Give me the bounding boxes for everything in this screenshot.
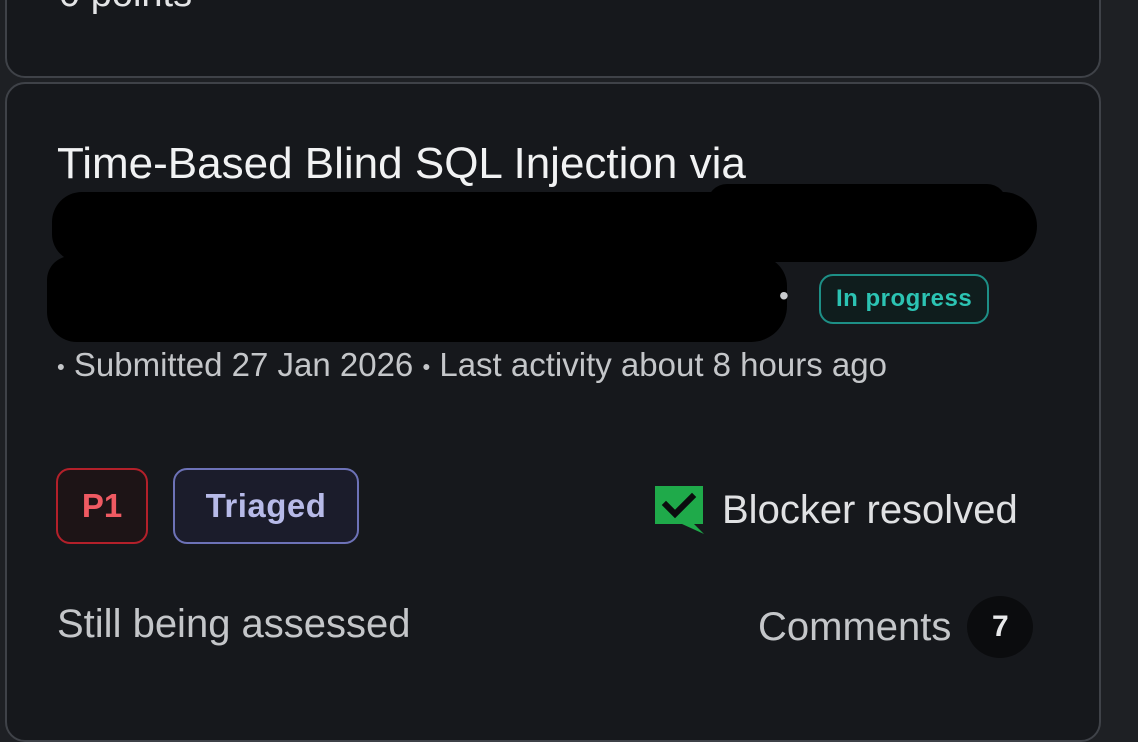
points-label: 0 points — [59, 0, 192, 14]
separator-dot: • — [422, 354, 431, 380]
separator-dot: • — [779, 280, 789, 311]
report-title[interactable]: Time-Based Blind SQL Injection via — [57, 138, 746, 190]
state-badge: Triaged — [173, 468, 359, 544]
reward-status: Still being assessed — [57, 602, 411, 646]
blocker-label: Blocker resolved — [722, 487, 1018, 532]
separator-dot: • — [57, 354, 65, 380]
redaction-mark — [47, 256, 787, 342]
status-badge: In progress — [819, 274, 990, 324]
previous-report-card[interactable]: 0 points — [5, 0, 1101, 78]
chat-check-icon — [652, 484, 706, 536]
report-card[interactable]: Time-Based Blind SQL Injection via • In … — [5, 82, 1101, 742]
comments-link[interactable]: Comments 7 — [758, 596, 1034, 658]
submitted-date: Submitted 27 Jan 2026 — [73, 346, 414, 383]
blocker-status: Blocker resolved — [652, 482, 1018, 538]
report-meta: • Submitted 27 Jan 2026 • Last activity … — [57, 338, 1017, 394]
comments-label: Comments — [758, 605, 952, 649]
redaction-mark — [52, 192, 1037, 262]
comment-count-badge: 7 — [967, 596, 1034, 658]
last-activity: Last activity about 8 hours ago — [439, 346, 887, 383]
priority-badge: P1 — [56, 468, 148, 544]
